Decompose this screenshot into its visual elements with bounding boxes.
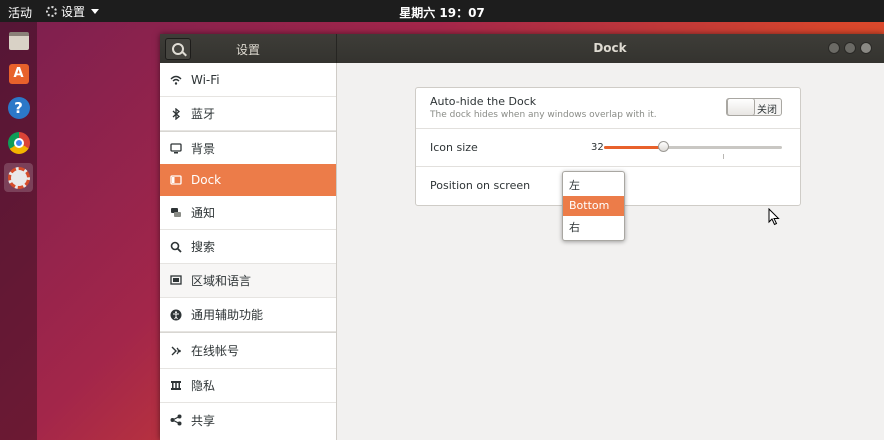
bluetooth-icon (169, 107, 183, 121)
sidebar-header: 设置 (160, 34, 337, 63)
software-center-icon: A (8, 63, 29, 84)
settings-icon (7, 166, 30, 189)
launcher-dock: A ? (0, 22, 37, 440)
background-icon (169, 141, 183, 155)
sidebar-title: 设置 (236, 43, 261, 57)
wifi-icon (169, 73, 183, 87)
position-option-bottom[interactable]: Bottom (563, 196, 624, 216)
share-icon (169, 413, 183, 427)
sidebar-item-label: Dock (191, 173, 222, 187)
sidebar-item-label: 在线帐号 (191, 344, 240, 358)
dock-item-software[interactable]: A (4, 59, 33, 88)
position-option-right[interactable]: 右 (563, 218, 624, 238)
sidebar-item-notifications[interactable]: 通知 (160, 196, 336, 230)
position-dropdown[interactable]: 左 Bottom 右 (562, 171, 625, 241)
sidebar-item-wifi[interactable]: Wi-Fi (160, 63, 336, 97)
minimize-button[interactable] (828, 42, 840, 54)
slider-handle[interactable] (657, 141, 669, 152)
position-option-left[interactable]: 左 (563, 176, 624, 196)
icon-size-value: 32 (591, 142, 604, 153)
search-button[interactable] (165, 38, 191, 60)
toggle-knob (727, 98, 755, 116)
autohide-toggle[interactable]: 关闭 (726, 98, 782, 116)
toggle-state-label: 关闭 (757, 105, 777, 116)
dock-item-files[interactable] (4, 26, 33, 55)
autohide-label: Auto-hide the Dock (430, 95, 537, 108)
sidebar-item-label: 通知 (191, 206, 216, 220)
sidebar-item-sharing[interactable]: 共享 (160, 403, 336, 437)
sidebar-item-label: 共享 (191, 413, 216, 428)
autohide-description: The dock hides when any windows overlap … (430, 110, 657, 120)
files-icon (8, 31, 29, 50)
dock-item-settings[interactable] (4, 163, 33, 192)
sidebar-item-label: 区域和语言 (191, 274, 252, 288)
header-bar: 设置 Dock (160, 34, 884, 63)
sidebar-item-label: Wi-Fi (191, 72, 220, 87)
sidebar-item-label: 隐私 (191, 379, 216, 393)
slider-tick (723, 154, 724, 159)
chromium-icon (7, 131, 30, 154)
sidebar-item-label: 背景 (191, 141, 216, 156)
sidebar-item-privacy[interactable]: 隐私 (160, 369, 336, 403)
settings-window: 设置 Dock Wi-Fi 蓝牙 背景 Dock 通知 搜索 区域和语言 通用辅… (160, 34, 884, 440)
sidebar-item-dock[interactable]: Dock (160, 164, 336, 196)
search-icon (172, 43, 184, 55)
accessibility-icon (169, 308, 183, 322)
region-flag-icon (169, 274, 183, 288)
content-area: Auto-hide the Dock The dock hides when a… (337, 63, 884, 440)
top-bar: 活动 设置 星期六 19：07 (0, 0, 884, 22)
slider-fill (604, 146, 663, 149)
sidebar-item-search[interactable]: 搜索 (160, 230, 336, 264)
window-title: Dock (593, 41, 627, 55)
sidebar-item-bluetooth[interactable]: 蓝牙 (160, 97, 336, 131)
icon-size-row: Icon size 32 (416, 129, 800, 167)
dock-item-help[interactable]: ? (4, 93, 33, 122)
sidebar-item-label: 搜索 (191, 240, 216, 254)
close-button[interactable] (860, 42, 872, 54)
autohide-row: Auto-hide the Dock The dock hides when a… (416, 88, 800, 129)
sidebar-item-label: 蓝牙 (191, 107, 216, 121)
clock[interactable]: 星期六 19：07 (0, 4, 884, 21)
notifications-icon (169, 206, 183, 220)
sidebar-item-label: 通用辅助功能 (191, 308, 264, 322)
sidebar-item-online-accounts[interactable]: 在线帐号 (160, 333, 336, 369)
maximize-button[interactable] (844, 42, 856, 54)
dock-item-chromium[interactable] (4, 128, 33, 157)
position-label: Position on screen (430, 179, 531, 192)
privacy-icon (169, 379, 183, 393)
sidebar: Wi-Fi 蓝牙 背景 Dock 通知 搜索 区域和语言 通用辅助功能 在线帐号… (160, 63, 337, 440)
icon-size-slider[interactable] (604, 141, 782, 152)
sidebar-item-region[interactable]: 区域和语言 (160, 264, 336, 298)
dock-icon (169, 173, 183, 187)
online-accounts-icon (169, 344, 183, 358)
sidebar-item-background[interactable]: 背景 (160, 131, 336, 166)
sidebar-item-accessibility[interactable]: 通用辅助功能 (160, 298, 336, 332)
search-icon (169, 240, 183, 254)
icon-size-label: Icon size (430, 141, 478, 154)
help-icon: ? (7, 96, 30, 119)
